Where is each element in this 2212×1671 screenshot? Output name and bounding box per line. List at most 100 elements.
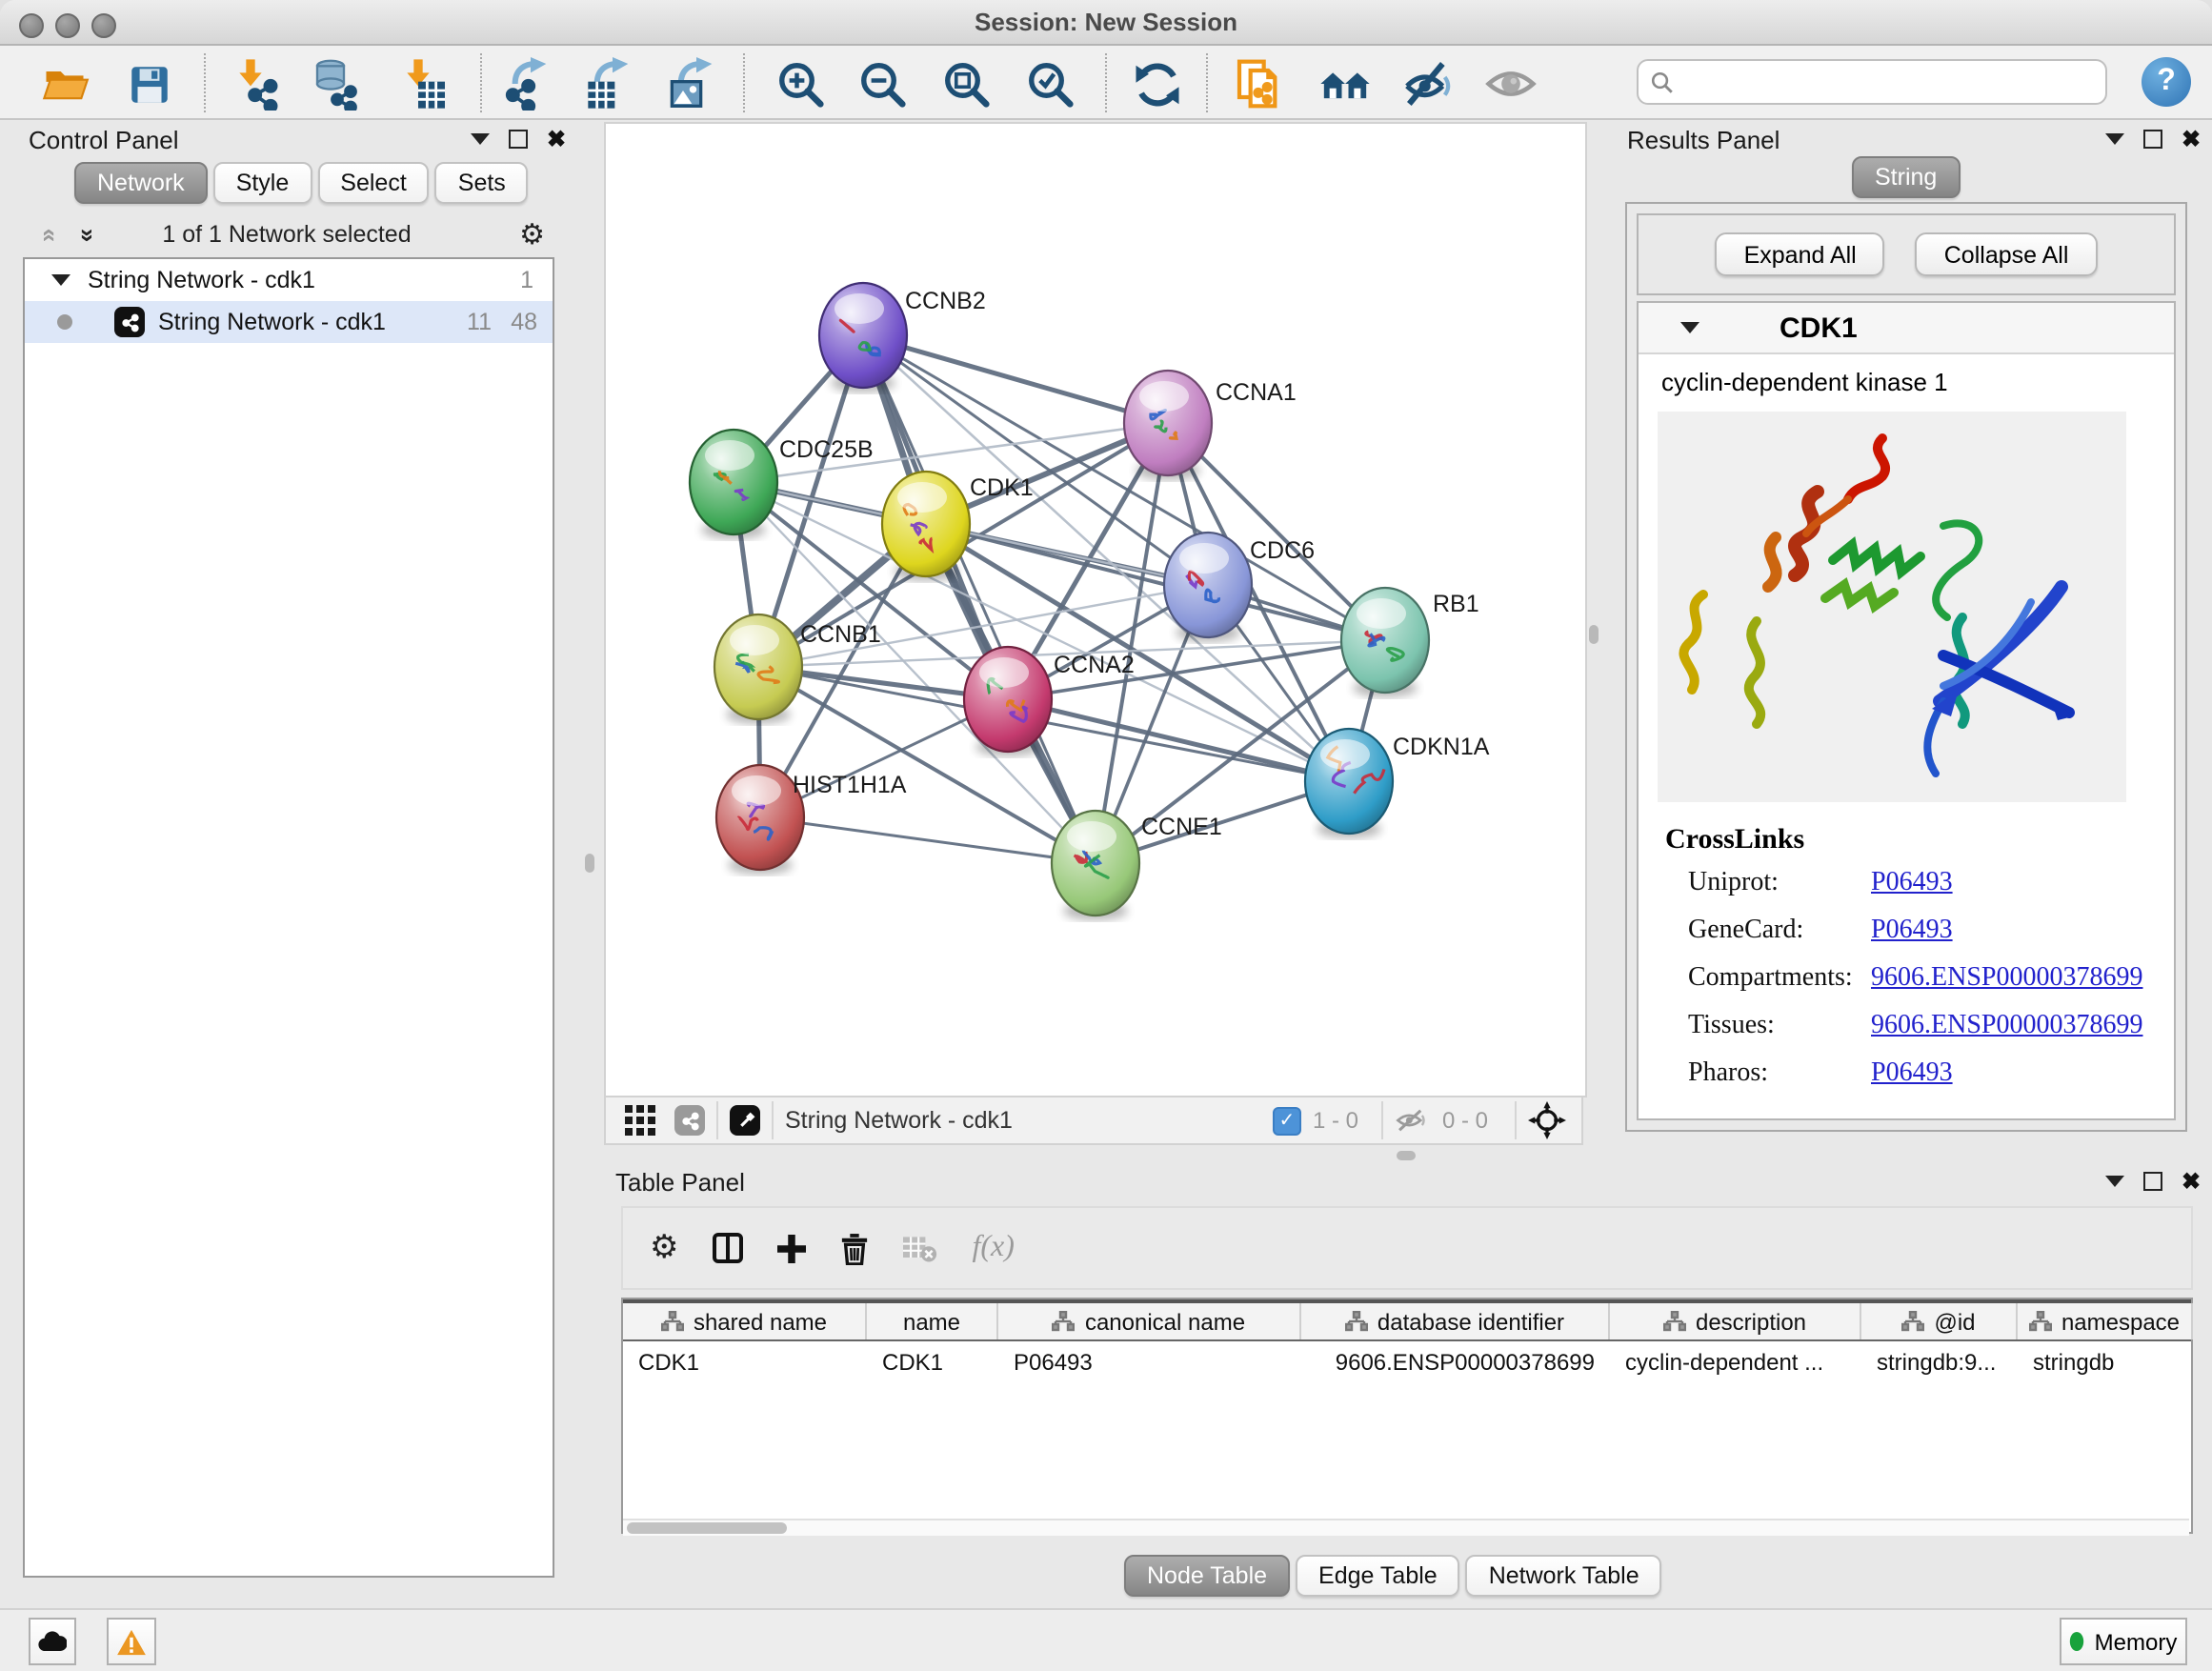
crosslink-link[interactable]: 9606.ENSP00000378699 bbox=[1871, 1012, 2142, 1042]
expand-all-button[interactable]: Expand All bbox=[1716, 232, 1885, 276]
help-button[interactable]: ? bbox=[2142, 57, 2191, 107]
selected-checkbox-icon[interactable]: ✓ bbox=[1273, 1106, 1301, 1135]
network-row[interactable]: String Network - cdk1 11 48 bbox=[25, 301, 553, 343]
tree-expand-icon[interactable] bbox=[51, 274, 70, 286]
birds-eye-view-icon[interactable] bbox=[625, 1105, 655, 1136]
table-row[interactable]: CDK1CDK1P064939606.ENSP00000378699cyclin… bbox=[623, 1341, 2191, 1383]
title-bar: Session: New Session bbox=[0, 0, 2212, 46]
table-gear-icon[interactable]: ⚙ bbox=[650, 1229, 679, 1267]
crosslink-link[interactable]: 9606.ENSP00000378699 bbox=[1871, 964, 2142, 995]
hide-panels-eye-slash-icon[interactable] bbox=[1398, 55, 1456, 112]
panel-close-icon[interactable]: ✖ bbox=[2182, 130, 2201, 149]
warnings-button[interactable] bbox=[107, 1618, 156, 1665]
import-table-icon[interactable] bbox=[396, 55, 453, 112]
search-input[interactable] bbox=[1684, 67, 2094, 97]
panel-float-icon[interactable] bbox=[2143, 1172, 2162, 1191]
open-session-icon[interactable] bbox=[36, 55, 93, 112]
export-table-icon[interactable] bbox=[577, 55, 634, 112]
detach-view-icon[interactable] bbox=[730, 1105, 760, 1136]
panel-menu-icon[interactable] bbox=[471, 133, 490, 145]
tab-node-table[interactable]: Node Table bbox=[1124, 1555, 1290, 1597]
column-header-namespace[interactable]: namespace bbox=[2018, 1303, 2193, 1339]
splitter-handle[interactable] bbox=[1589, 625, 1599, 644]
zoom-out-icon[interactable] bbox=[854, 55, 911, 112]
show-columns-icon[interactable] bbox=[714, 1233, 744, 1263]
network-view-toolbar: String Network - cdk1 ✓ 1 - 0 0 - 0 bbox=[604, 1096, 1583, 1145]
panel-close-icon[interactable]: ✖ bbox=[2182, 1172, 2201, 1191]
show-panels-eye-icon[interactable] bbox=[1482, 55, 1539, 112]
table-cell[interactable]: cyclin-dependent ... bbox=[1610, 1341, 1861, 1383]
toolbar-separator bbox=[1105, 53, 1107, 112]
tab-string[interactable]: String bbox=[1852, 156, 1960, 198]
zoom-fit-icon[interactable] bbox=[937, 55, 995, 112]
splitter-handle[interactable] bbox=[585, 854, 594, 873]
table-cell[interactable]: P06493 bbox=[998, 1341, 1301, 1383]
gene-section: CDK1 cyclin-dependent kinase 1 bbox=[1637, 301, 2176, 1120]
add-column-icon[interactable] bbox=[778, 1234, 807, 1262]
edge-count: 48 bbox=[511, 309, 537, 335]
string-network-icon bbox=[114, 307, 145, 337]
hidden-count: 0 - 0 bbox=[1442, 1107, 1488, 1134]
column-header-database-identifier[interactable]: database identifier bbox=[1301, 1303, 1610, 1339]
gene-section-header[interactable]: CDK1 bbox=[1639, 303, 2174, 354]
cloud-button[interactable] bbox=[29, 1618, 76, 1665]
panel-float-icon[interactable] bbox=[509, 130, 528, 149]
panel-float-icon[interactable] bbox=[2143, 130, 2162, 149]
table-cell[interactable]: stringdb bbox=[2018, 1341, 2193, 1383]
memory-button[interactable]: Memory bbox=[2060, 1618, 2187, 1665]
search-field[interactable] bbox=[1637, 59, 2107, 105]
crosslink-label: Tissues: bbox=[1688, 1012, 1871, 1042]
network-collection-row[interactable]: String Network - cdk1 1 bbox=[25, 259, 553, 301]
table-type-tabs: Node TableEdge TableNetwork Table bbox=[1124, 1555, 1668, 1597]
table-horizontal-scrollbar[interactable] bbox=[623, 1519, 2189, 1536]
section-collapse-icon[interactable] bbox=[1680, 322, 1699, 333]
zoom-in-icon[interactable] bbox=[772, 55, 829, 112]
network-view-canvas[interactable]: CCNB2CCNA1CDC25BCDK1CDC6RB1CCNB1CCNA2CDK… bbox=[604, 122, 1587, 1097]
column-header-@id[interactable]: @id bbox=[1861, 1303, 2018, 1339]
import-network-database-icon[interactable] bbox=[309, 55, 366, 112]
column-header-canonical-name[interactable]: canonical name bbox=[998, 1303, 1301, 1339]
crosslink-link[interactable]: P06493 bbox=[1871, 869, 1953, 899]
refresh-icon[interactable] bbox=[1128, 55, 1185, 112]
export-network-icon[interactable] bbox=[495, 55, 553, 112]
node-count: 11 bbox=[467, 309, 492, 335]
fit-content-crosshair-icon[interactable] bbox=[1528, 1101, 1566, 1139]
gear-icon[interactable]: ⚙ bbox=[519, 217, 545, 252]
table-cell[interactable]: CDK1 bbox=[623, 1341, 867, 1383]
delete-column-trash-icon[interactable] bbox=[841, 1232, 870, 1264]
tab-style[interactable]: Style bbox=[213, 162, 312, 204]
table-toolbar: ⚙ f(x) bbox=[621, 1206, 2193, 1290]
crosslink-link[interactable]: P06493 bbox=[1871, 916, 1953, 947]
tab-edge-table[interactable]: Edge Table bbox=[1296, 1555, 1460, 1597]
tab-network-table[interactable]: Network Table bbox=[1466, 1555, 1662, 1597]
scrollbar-thumb[interactable] bbox=[627, 1522, 787, 1534]
node-label-HIST1H1A: HIST1H1A bbox=[793, 772, 907, 798]
clone-network-view-icon[interactable] bbox=[1231, 55, 1288, 112]
table-cell[interactable]: 9606.ENSP00000378699 bbox=[1301, 1341, 1610, 1383]
tab-select[interactable]: Select bbox=[317, 162, 430, 204]
home-layout-icon[interactable] bbox=[1317, 55, 1374, 112]
control-panel: Control Panel ✖ NetworkStyleSelectSets «… bbox=[10, 122, 564, 1583]
panel-menu-icon[interactable] bbox=[2105, 1176, 2124, 1187]
tab-network[interactable]: Network bbox=[74, 162, 208, 204]
column-header-shared-name[interactable]: shared name bbox=[623, 1303, 867, 1339]
column-header-name[interactable]: name bbox=[867, 1303, 998, 1339]
zoom-selected-icon[interactable] bbox=[1021, 55, 1078, 112]
export-image-icon[interactable] bbox=[661, 55, 718, 112]
crosslink-label: Compartments: bbox=[1688, 964, 1871, 995]
save-session-icon[interactable] bbox=[120, 55, 177, 112]
cloud-icon bbox=[38, 1631, 67, 1652]
crosslink-link[interactable]: P06493 bbox=[1871, 1059, 1953, 1090]
column-tree-icon bbox=[1901, 1311, 1924, 1332]
table-cell[interactable]: stringdb:9... bbox=[1861, 1341, 2018, 1383]
gene-description: cyclin-dependent kinase 1 bbox=[1661, 368, 2174, 396]
results-buttons-bar: Expand All Collapse All bbox=[1637, 213, 2176, 295]
import-network-file-icon[interactable] bbox=[229, 55, 286, 112]
table-cell[interactable]: CDK1 bbox=[867, 1341, 998, 1383]
collapse-all-button[interactable]: Collapse All bbox=[1916, 232, 2098, 276]
panel-close-icon[interactable]: ✖ bbox=[547, 130, 566, 149]
panel-menu-icon[interactable] bbox=[2105, 133, 2124, 145]
string-view-icon[interactable] bbox=[674, 1105, 705, 1136]
column-header-description[interactable]: description bbox=[1610, 1303, 1861, 1339]
tab-sets[interactable]: Sets bbox=[435, 162, 529, 204]
